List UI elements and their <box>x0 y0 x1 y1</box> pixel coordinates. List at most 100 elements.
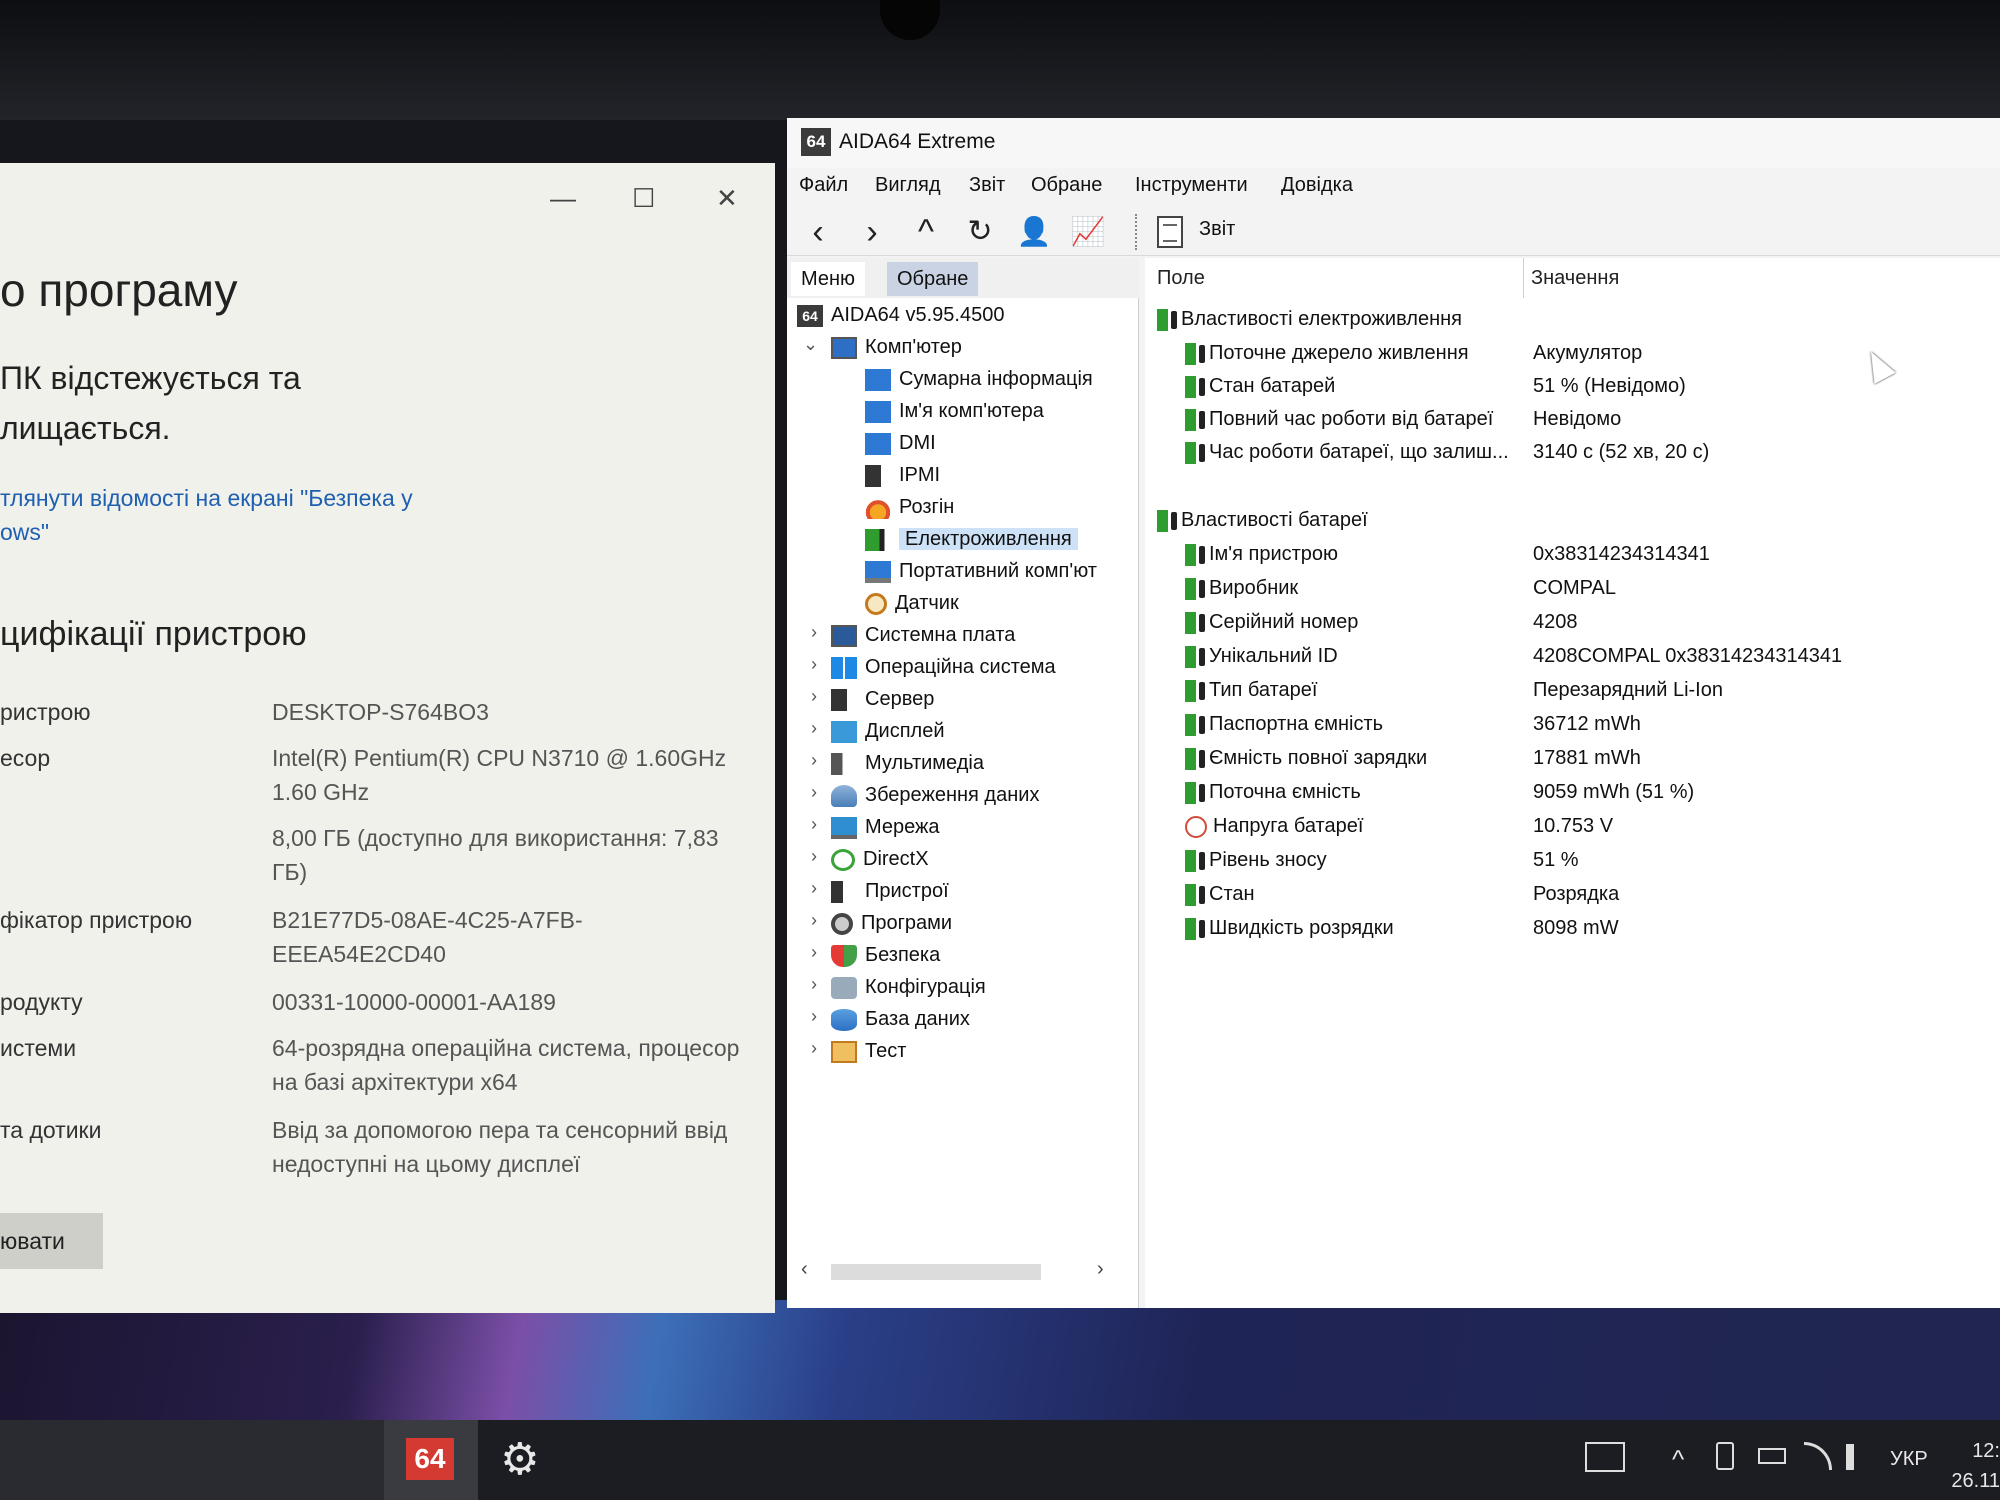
horizontal-scrollbar[interactable]: ‹ › <box>797 1258 1117 1286</box>
chevron-right-icon[interactable]: › <box>811 686 817 707</box>
chevron-right-icon[interactable]: › <box>811 814 817 835</box>
up-icon[interactable]: ^ <box>905 212 947 252</box>
field-value: 4208COMPAL 0x38314234314341 <box>1533 645 1843 667</box>
rename-pc-button[interactable]: ювати <box>0 1213 103 1269</box>
tree-item-multimedia[interactable]: Мультимедіа <box>831 748 984 778</box>
tree-item-database[interactable]: База даних <box>831 1004 970 1034</box>
menu-favorites[interactable]: Обране <box>1031 174 1102 197</box>
spec-value: 00331-10000-00001-AA189 <box>272 989 556 1015</box>
menu-view[interactable]: Вигляд <box>875 174 941 197</box>
chevron-right-icon[interactable]: › <box>811 718 817 739</box>
battery-icon <box>1185 408 1205 431</box>
language-indicator[interactable]: УКР <box>1890 1448 1928 1471</box>
column-header-field[interactable]: Поле <box>1157 258 1205 298</box>
tree-item-devices[interactable]: Пристрої <box>831 876 949 906</box>
chevron-right-icon[interactable]: › <box>811 782 817 803</box>
tree-item-power[interactable]: Електроживлення <box>865 524 1078 554</box>
volume-icon[interactable] <box>1846 1444 1872 1470</box>
window-title: AIDA64 Extreme <box>839 130 996 153</box>
server-icon <box>865 464 881 487</box>
chevron-right-icon[interactable]: › <box>811 910 817 931</box>
chevron-right-icon[interactable]: › <box>811 974 817 995</box>
chevron-right-icon[interactable]: › <box>811 846 817 867</box>
chart-icon[interactable]: 📈 <box>1067 212 1109 252</box>
tree-item-os[interactable]: Операційна система <box>831 652 1056 682</box>
forward-icon[interactable]: › <box>851 212 893 252</box>
user-icon[interactable]: 👤 <box>1013 212 1055 252</box>
refresh-icon[interactable]: ↻ <box>959 212 1001 252</box>
group-power-properties: Властивості електроживлення <box>1157 304 1462 334</box>
field-label: Стан <box>1209 883 1255 905</box>
settings-gear-icon[interactable]: ⚙ <box>500 1434 539 1485</box>
chevron-right-icon[interactable]: › <box>811 878 817 899</box>
chevron-right-icon[interactable]: › <box>811 622 817 643</box>
menu-help[interactable]: Довідка <box>1281 174 1353 197</box>
security-link-line-2[interactable]: ows" <box>0 515 480 549</box>
tree-item-storage[interactable]: Збереження даних <box>831 780 1039 810</box>
tree-item-computer-name[interactable]: Ім'я комп'ютера <box>865 396 1044 426</box>
tree-item-computer[interactable]: Комп'ютер <box>831 332 962 362</box>
tree-item-server[interactable]: Сервер <box>831 684 934 714</box>
storage-icon <box>831 784 857 807</box>
tree-item-dmi[interactable]: DMI <box>865 428 936 458</box>
action-center-icon[interactable] <box>1585 1442 1625 1472</box>
spec-value: 64-розрядна операційна система, процесор… <box>272 1035 740 1095</box>
table-row: Стан батарей <box>1185 371 1335 401</box>
report-icon[interactable] <box>1157 216 1183 248</box>
report-button-label[interactable]: Звіт <box>1199 218 1235 241</box>
column-header-value[interactable]: Значення <box>1531 258 1619 298</box>
tree-item-software[interactable]: Програми <box>831 908 952 938</box>
menu-file[interactable]: Файл <box>799 174 848 197</box>
back-icon[interactable]: ‹ <box>797 212 839 252</box>
tree-item-ipmi[interactable]: IPMI <box>865 460 940 490</box>
table-row: Напруга батареї <box>1185 811 1363 841</box>
tree-item-network[interactable]: Мережа <box>831 812 940 842</box>
scroll-left-icon[interactable]: ‹ <box>801 1258 808 1281</box>
taskbar-aida64-button[interactable]: 64 <box>384 1420 478 1500</box>
close-button[interactable]: ✕ <box>716 183 738 214</box>
tree-item-security[interactable]: Безпека <box>831 940 940 970</box>
security-link-line-1[interactable]: тлянути відомості на екрані "Безпека у <box>0 481 480 515</box>
tree-item-overclock[interactable]: Розгін <box>865 492 954 522</box>
scroll-thumb[interactable] <box>831 1264 1041 1280</box>
chevron-right-icon[interactable]: › <box>811 654 817 675</box>
tree-item-benchmark[interactable]: Тест <box>831 1036 906 1066</box>
tree-item-motherboard[interactable]: Системна плата <box>831 620 1015 650</box>
tree-item-directx[interactable]: DirectX <box>831 844 929 874</box>
battery-icon[interactable] <box>1758 1448 1786 1464</box>
wifi-icon[interactable] <box>1804 1442 1832 1470</box>
tree-item-config[interactable]: Конфігурація <box>831 972 986 1002</box>
tree-item-sensor[interactable]: Датчик <box>865 588 959 618</box>
clock[interactable]: 12: 26.11 <box>1951 1436 2000 1496</box>
chevron-right-icon[interactable]: › <box>811 942 817 963</box>
chevron-right-icon[interactable]: › <box>811 1006 817 1027</box>
tab-favorites[interactable]: Обране <box>887 262 979 296</box>
chevron-down-icon[interactable]: ⌄ <box>803 334 818 355</box>
field-value: 3140 с (52 хв, 20 с) <box>1533 441 1710 463</box>
minimize-button[interactable]: — <box>550 183 576 214</box>
scroll-right-icon[interactable]: › <box>1097 1258 1104 1281</box>
protection-line-2: лищається. <box>0 410 171 446</box>
protection-line-1: ПК відстежується та <box>0 360 301 396</box>
field-label: Повний час роботи від батареї <box>1209 408 1494 430</box>
taskbar-search-box[interactable] <box>0 1420 385 1500</box>
show-hidden-icons-button[interactable]: ^ <box>1672 1444 1684 1475</box>
tree-label: Збереження даних <box>865 784 1040 806</box>
tree-item-display[interactable]: Дисплей <box>831 716 945 746</box>
tree-root[interactable]: 64 AIDA64 v5.95.4500 <box>797 300 1004 330</box>
spec-key: есор <box>0 745 51 771</box>
table-row: Поточна ємність <box>1185 777 1361 807</box>
device-specs-heading: цифікації пристрою <box>0 615 307 653</box>
menu-tools[interactable]: Інструменти <box>1135 174 1248 197</box>
chevron-right-icon[interactable]: › <box>811 750 817 771</box>
database-icon <box>831 1008 857 1031</box>
menu-report[interactable]: Звіт <box>969 174 1005 197</box>
tree-item-portable[interactable]: Портативний комп'ют <box>865 556 1097 586</box>
maximize-button[interactable]: ☐ <box>632 183 655 214</box>
device-icon[interactable] <box>1716 1442 1734 1470</box>
column-separator[interactable] <box>1523 258 1524 298</box>
tree-item-summary[interactable]: Сумарна інформація <box>865 364 1093 394</box>
chevron-right-icon[interactable]: › <box>811 1038 817 1059</box>
tab-menu[interactable]: Меню <box>791 262 866 296</box>
security-link[interactable]: тлянути відомості на екрані "Безпека у o… <box>0 481 480 549</box>
